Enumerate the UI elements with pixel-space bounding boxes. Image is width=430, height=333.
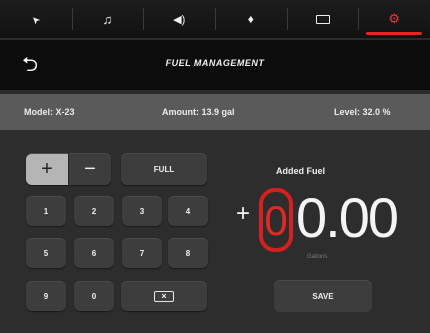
key-3[interactable]: 3: [122, 196, 162, 226]
tab-navigation[interactable]: ➤: [0, 0, 72, 38]
amount-label: Amount: 13.9 gal: [162, 107, 235, 117]
tab-location[interactable]: ♦: [215, 0, 287, 38]
key-0[interactable]: 0: [74, 281, 114, 311]
key-6[interactable]: 6: [74, 238, 114, 268]
backspace-icon: ×: [154, 290, 174, 302]
key-7[interactable]: 7: [122, 238, 162, 268]
key-2[interactable]: 2: [74, 196, 114, 226]
active-digit: 0: [264, 197, 288, 244]
active-digit-box[interactable]: 0: [259, 188, 293, 252]
key-8[interactable]: 8: [168, 238, 208, 268]
tab-volume[interactable]: ◀): [143, 0, 215, 38]
fuel-value: 0.00: [296, 186, 399, 249]
music-note-icon: ♫: [102, 11, 113, 27]
speaker-icon: ◀): [173, 13, 186, 26]
page-title: FUEL MANAGEMENT: [165, 58, 265, 68]
tab-settings[interactable]: ⚙: [358, 0, 430, 38]
minus-mode-button[interactable]: −: [69, 153, 111, 185]
map-pin-icon: ♦: [247, 12, 254, 26]
header-bar: ⮌ FUEL MANAGEMENT: [0, 40, 430, 90]
save-button[interactable]: SAVE: [274, 280, 372, 312]
gear-icon: ⚙: [388, 11, 401, 26]
backspace-button[interactable]: ×: [121, 281, 207, 311]
level-label: Level: 32.0 %: [334, 107, 391, 117]
id-card-icon: [315, 14, 330, 24]
key-1[interactable]: 1: [26, 196, 66, 226]
navigation-arrow-icon: ➤: [28, 12, 43, 26]
key-9[interactable]: 9: [26, 281, 66, 311]
tab-card[interactable]: [286, 0, 359, 38]
full-button[interactable]: FULL: [121, 153, 207, 185]
model-label: Model: X-23: [24, 107, 75, 117]
top-tab-bar: ➤ ♫ ◀) ♦ ⚙: [0, 0, 430, 38]
info-bar: Model: X-23 Amount: 13.9 gal Level: 32.0…: [0, 94, 430, 130]
sign-indicator: +: [236, 200, 251, 227]
key-4[interactable]: 4: [168, 196, 208, 226]
plus-mode-button[interactable]: +: [26, 153, 68, 185]
tab-music[interactable]: ♫: [71, 0, 144, 38]
unit-label: Gallons: [307, 254, 328, 260]
added-fuel-label: Added Fuel: [276, 166, 325, 176]
key-5[interactable]: 5: [26, 238, 66, 268]
